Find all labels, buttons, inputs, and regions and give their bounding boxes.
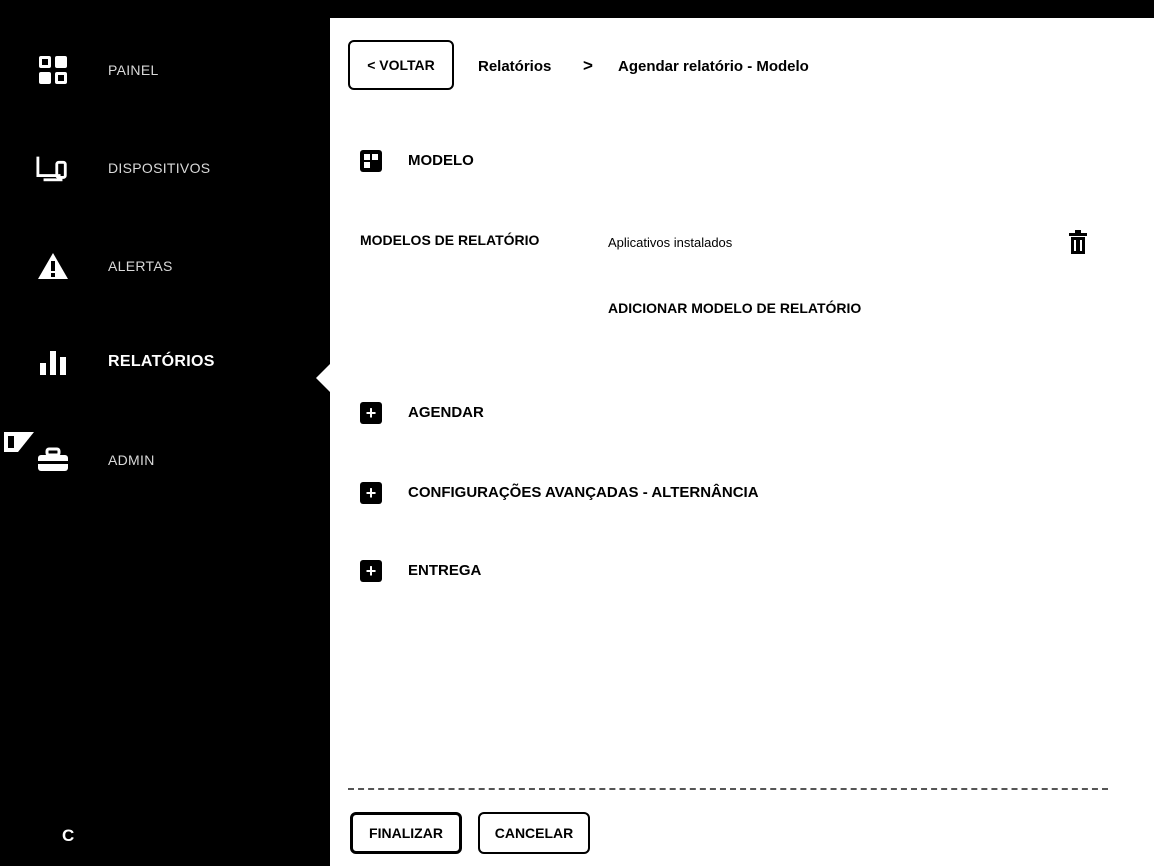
- back-button[interactable]: < VOLTAR: [348, 40, 454, 90]
- plus-icon: +: [360, 560, 382, 582]
- add-report-template-link[interactable]: ADICIONAR MODELO DE RELATÓRIO: [608, 300, 861, 316]
- cancel-button[interactable]: CANCELAR: [478, 812, 590, 854]
- sidebar-item-label: RELATÓRIOS: [108, 353, 215, 370]
- section-title: MODELO: [408, 152, 474, 169]
- finish-button[interactable]: FINALIZAR: [350, 812, 462, 854]
- sidebar: PAINEL DISPOSITIVOS ALERTAS RELATÓRIOS A…: [0, 18, 330, 866]
- devices-icon: [36, 151, 70, 185]
- breadcrumb-separator: >: [583, 56, 593, 75]
- breadcrumb-relatorios[interactable]: Relatórios: [478, 58, 551, 75]
- top-bar: [0, 0, 1154, 18]
- main-panel: < VOLTAR Relatórios > Agendar relatório …: [330, 18, 1154, 866]
- plus-icon: +: [360, 402, 382, 424]
- section-title: AGENDAR: [408, 404, 484, 421]
- sidebar-item-relatorios[interactable]: RELATÓRIOS: [0, 332, 330, 392]
- footer-divider: [348, 788, 1108, 790]
- sidebar-item-alertas[interactable]: ALERTAS: [0, 236, 330, 296]
- template-icon: [360, 150, 382, 172]
- section-title: ENTREGA: [408, 562, 482, 579]
- sidebar-bottom-label: C: [62, 826, 75, 845]
- report-template-value: Aplicativos instalados: [608, 235, 733, 250]
- active-indicator: [316, 364, 330, 392]
- admin-icon: [36, 443, 70, 477]
- plus-icon: +: [360, 482, 382, 504]
- section-title: CONFIGURAÇÕES AVANÇADAS - ALTERNÂNCIA: [408, 484, 759, 501]
- sidebar-item-label: ADMIN: [108, 452, 155, 468]
- sidebar-item-painel[interactable]: PAINEL: [0, 40, 330, 100]
- sidebar-item-label: PAINEL: [108, 62, 159, 78]
- alert-icon: [36, 249, 70, 283]
- breadcrumb-current: Agendar relatório - Modelo: [618, 58, 809, 75]
- sidebar-item-dispositivos[interactable]: DISPOSITIVOS: [0, 138, 330, 198]
- report-templates-label: MODELOS DE RELATÓRIO: [360, 232, 540, 248]
- trash-icon[interactable]: [1068, 230, 1088, 254]
- bar-chart-icon: [36, 345, 70, 379]
- sidebar-item-label: DISPOSITIVOS: [108, 160, 211, 176]
- sidebar-item-admin[interactable]: ADMIN: [0, 430, 330, 490]
- sidebar-item-label: ALERTAS: [108, 258, 173, 274]
- dashboard-icon: [36, 53, 70, 87]
